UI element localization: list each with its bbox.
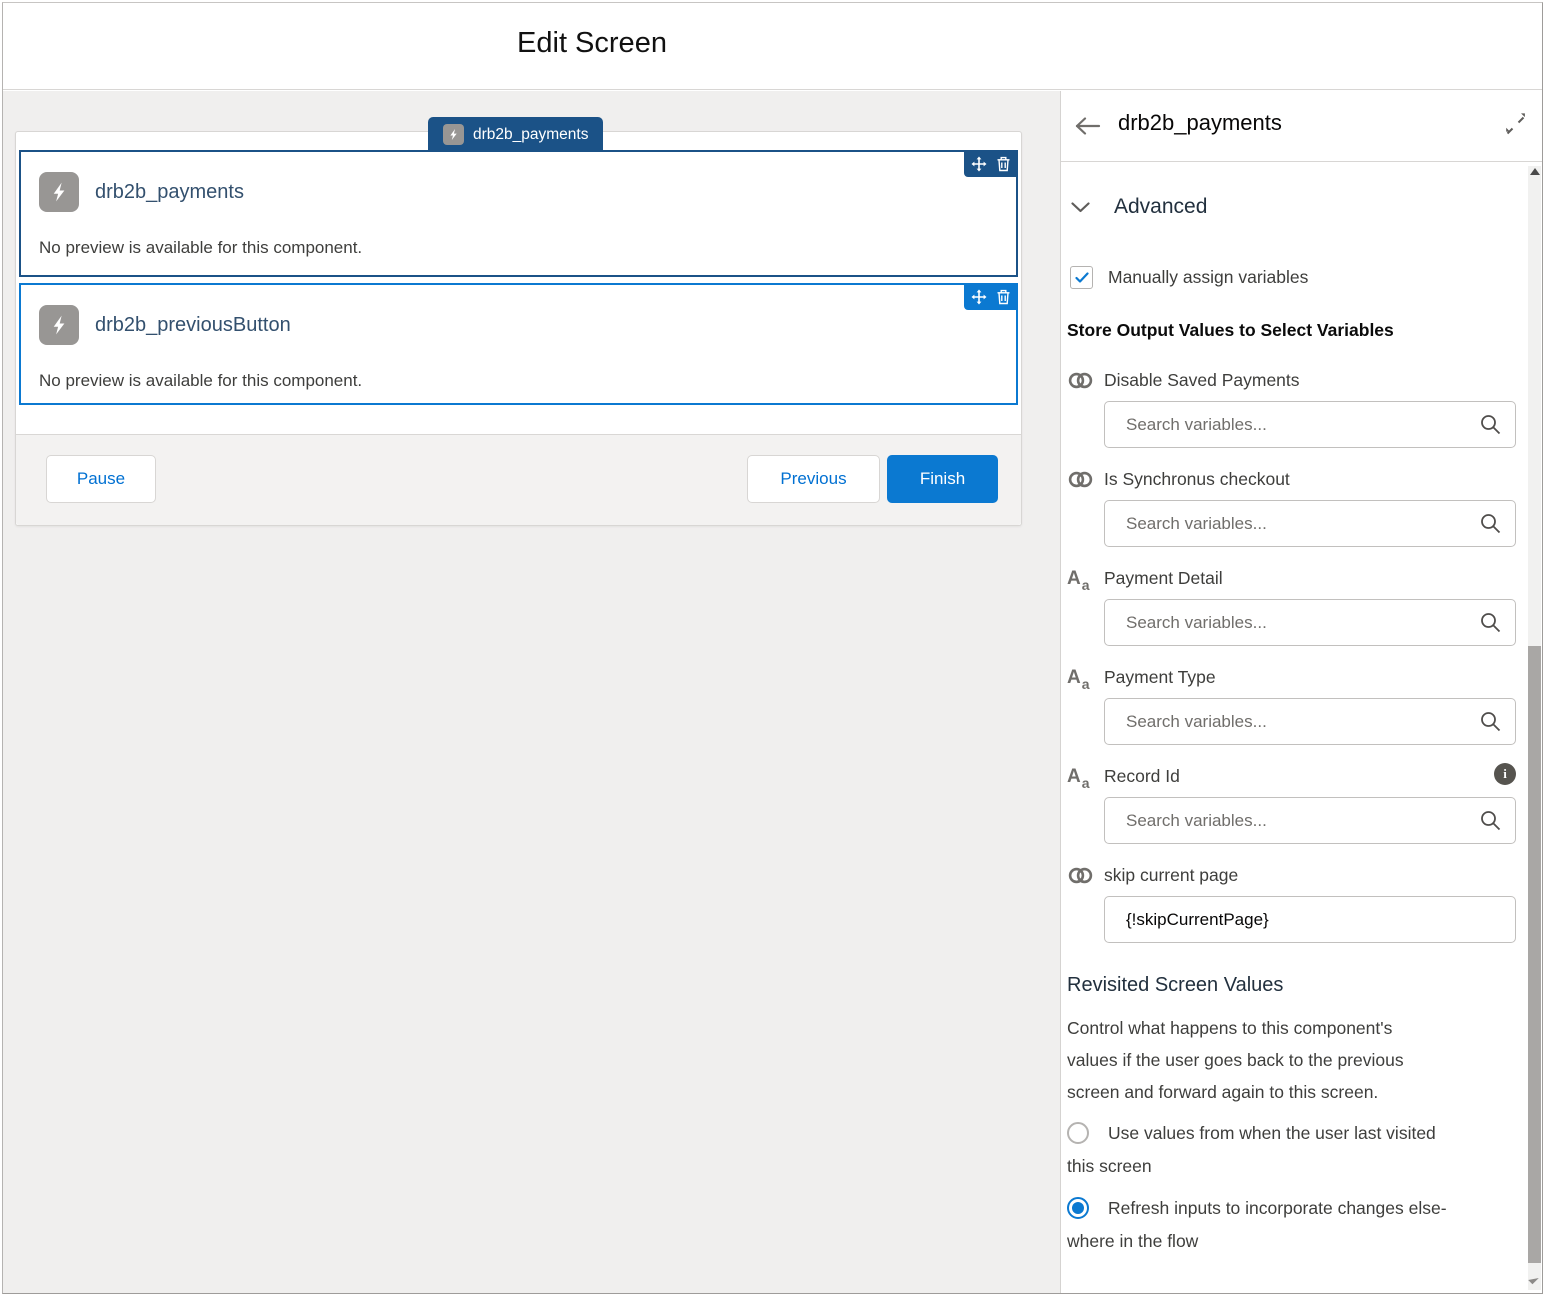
component-card-header: drb2b_payments xyxy=(21,152,1016,212)
field-label: Is Synchronus checkout xyxy=(1104,469,1290,490)
field-group-disable-saved-payments: Disable Saved Payments xyxy=(1067,368,1496,448)
no-preview-text: No preview is available for this compone… xyxy=(21,345,1016,391)
back-arrow-icon[interactable] xyxy=(1074,115,1101,137)
advanced-section-label: Advanced xyxy=(1114,195,1207,219)
lightning-component-icon xyxy=(39,305,79,345)
record-id-input[interactable] xyxy=(1104,797,1516,844)
radio-option-refresh-inputs[interactable]: Refresh inputs to incorporate changes el… xyxy=(1067,1192,1496,1258)
modal-titlebar: Edit Screen xyxy=(3,3,1542,90)
manually-assign-label: Manually assign variables xyxy=(1108,267,1308,288)
properties-panel-header: drb2b_payments xyxy=(1061,91,1542,162)
lightning-component-icon xyxy=(443,124,464,145)
text-type-icon: Aa xyxy=(1067,767,1104,786)
field-group-payment-type: Aa Payment Type xyxy=(1067,665,1496,745)
component-card-previous-button[interactable]: drb2b_previousButton No preview is avail… xyxy=(19,283,1018,405)
delete-icon[interactable] xyxy=(996,289,1011,305)
edit-screen-modal: Edit Screen drb2b_payments xyxy=(2,2,1543,1294)
card-action-bar xyxy=(964,283,1018,310)
no-preview-text: No preview is available for this compone… xyxy=(21,212,1016,258)
boolean-type-icon xyxy=(1067,866,1104,885)
move-icon[interactable] xyxy=(971,289,987,305)
component-title: drb2b_payments xyxy=(95,181,244,204)
field-label: Record Id xyxy=(1104,766,1180,787)
card-action-bar xyxy=(964,150,1018,177)
previous-button[interactable]: Previous xyxy=(747,455,880,503)
screen-tab-label: drb2b_payments xyxy=(473,126,588,144)
chevron-down-icon xyxy=(1071,202,1090,213)
field-label: Payment Type xyxy=(1104,667,1216,688)
pause-button[interactable]: Pause xyxy=(46,455,156,503)
component-properties-panel: drb2b_payments Advanced Manually assi xyxy=(1060,91,1542,1293)
manually-assign-checkbox[interactable] xyxy=(1070,266,1093,289)
advanced-section-toggle[interactable]: Advanced xyxy=(1071,195,1496,219)
properties-panel-body: Advanced Manually assign variables Store… xyxy=(1061,162,1526,1293)
selected-component-title: drb2b_payments xyxy=(1118,110,1282,136)
revisited-description: Control what happens to this component's… xyxy=(1067,1012,1496,1108)
disable-saved-payments-input[interactable] xyxy=(1104,401,1516,448)
payment-detail-input[interactable] xyxy=(1104,599,1516,646)
panel-scrollbar[interactable] xyxy=(1528,166,1541,1290)
field-group-record-id: Aa Record Id i xyxy=(1067,764,1496,844)
is-synchronus-checkout-input[interactable] xyxy=(1104,500,1516,547)
revisited-screen-values-heading: Revisited Screen Values xyxy=(1067,974,1496,997)
expand-panel-icon[interactable] xyxy=(1503,113,1528,138)
field-group-payment-detail: Aa Payment Detail xyxy=(1067,566,1496,646)
modal-body: drb2b_payments xyxy=(3,91,1542,1293)
lightning-component-icon xyxy=(39,172,79,212)
boolean-type-icon xyxy=(1067,371,1104,390)
boolean-type-icon xyxy=(1067,470,1104,489)
component-card-header: drb2b_previousButton xyxy=(21,285,1016,345)
text-type-icon: Aa xyxy=(1067,569,1104,588)
component-card-payments[interactable]: drb2b_payments No preview is available f… xyxy=(19,150,1018,277)
radio-unselected-icon[interactable] xyxy=(1067,1122,1089,1144)
finish-button[interactable]: Finish xyxy=(887,455,998,503)
info-icon[interactable]: i xyxy=(1494,763,1516,785)
footer-navigation-buttons: Previous Finish xyxy=(747,455,998,503)
delete-icon[interactable] xyxy=(996,156,1011,172)
field-label: Disable Saved Payments xyxy=(1104,370,1300,391)
component-title: drb2b_previousButton xyxy=(95,314,291,337)
screen-tab[interactable]: drb2b_payments xyxy=(428,117,603,152)
skip-current-page-input[interactable] xyxy=(1104,896,1516,943)
field-group-skip-current-page: skip current page xyxy=(1067,863,1496,943)
scrollbar-thumb[interactable] xyxy=(1528,646,1541,1263)
screen-footer: Pause Previous Finish xyxy=(16,434,1021,525)
store-output-values-heading: Store Output Values to Select Variables xyxy=(1067,320,1496,341)
move-icon[interactable] xyxy=(971,156,987,172)
text-type-icon: Aa xyxy=(1067,668,1104,687)
manually-assign-row: Manually assign variables xyxy=(1070,266,1496,289)
page-title: Edit Screen xyxy=(3,27,1181,60)
field-label: Payment Detail xyxy=(1104,568,1223,589)
scroll-corner-icon xyxy=(1528,1274,1539,1285)
radio-selected-icon[interactable] xyxy=(1067,1197,1089,1219)
scroll-up-icon[interactable] xyxy=(1530,168,1540,175)
screen-canvas: drb2b_payments xyxy=(3,91,1060,1293)
payment-type-input[interactable] xyxy=(1104,698,1516,745)
field-label: skip current page xyxy=(1104,865,1238,886)
radio-option-use-last-values[interactable]: Use values from when the user last visit… xyxy=(1067,1117,1496,1183)
screen-preview-panel: drb2b_payments xyxy=(15,131,1022,526)
field-group-is-synchronus-checkout: Is Synchronus checkout xyxy=(1067,467,1496,547)
